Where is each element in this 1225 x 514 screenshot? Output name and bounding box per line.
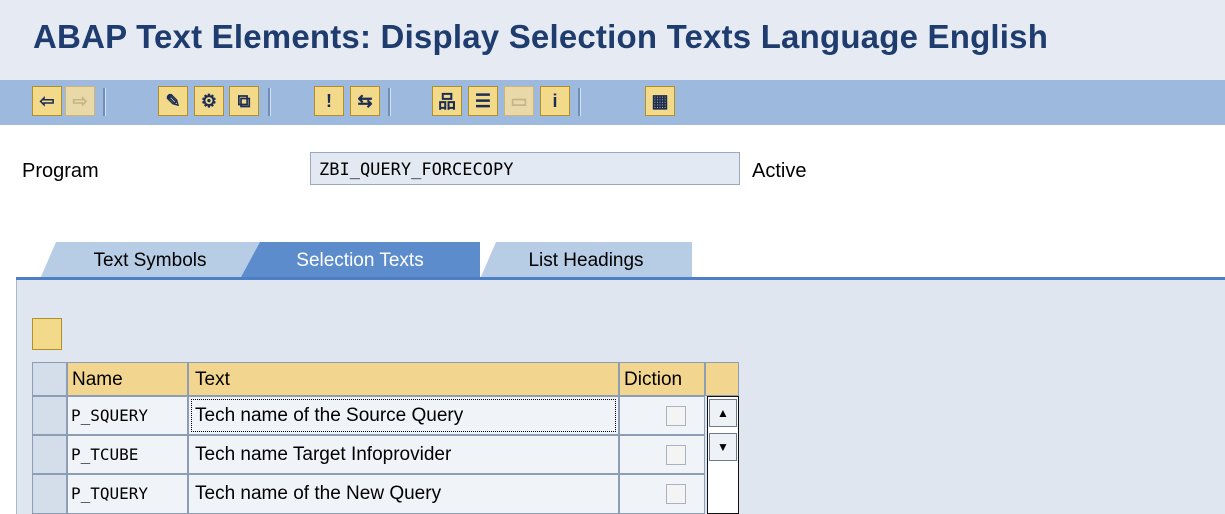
tab-list-headings[interactable]: List Headings — [480, 242, 692, 279]
back-arrow-icon[interactable]: ⇦ — [32, 86, 62, 116]
toolbar-separator — [388, 88, 391, 116]
layout-icon[interactable]: ▦ — [645, 86, 675, 116]
diction-checkbox[interactable] — [666, 445, 686, 465]
active-inactive-icon[interactable]: ⚙ — [194, 86, 224, 116]
list-icon[interactable]: ☰ — [468, 86, 498, 116]
diction-checkbox[interactable] — [666, 484, 686, 504]
other-object-icon[interactable]: ⧉ — [229, 86, 259, 116]
diction-cell — [619, 435, 705, 474]
display-change-icon[interactable]: ✎ — [158, 86, 188, 116]
vertical-scrollbar[interactable]: ▲ ▼ — [707, 396, 739, 514]
select-all-cell[interactable] — [32, 362, 67, 396]
row-selector[interactable] — [32, 474, 67, 514]
detail-icon[interactable]: ▭ — [504, 86, 534, 116]
column-header-text[interactable]: Text — [188, 362, 619, 396]
diction-cell — [619, 396, 705, 435]
table-row-text[interactable]: Tech name of the Source Query — [188, 396, 619, 435]
column-header-diction[interactable]: Diction — [619, 362, 705, 396]
forward-arrow-icon[interactable]: ⇨ — [65, 86, 95, 116]
scroll-up-icon[interactable]: ▲ — [709, 399, 737, 427]
column-header-name[interactable]: Name — [67, 362, 188, 396]
tab-selection-texts[interactable]: Selection Texts — [240, 242, 480, 279]
application-toolbar: ⇦ ⇨ ✎ ⚙ ⧉ ! ⇆ 品 ☰ ▭ i ▦ — [0, 80, 1225, 125]
toolbar-separator — [578, 88, 581, 116]
column-config-icon[interactable] — [705, 362, 739, 396]
program-label: Program — [22, 160, 99, 182]
program-field[interactable]: ZBI_QUERY_FORCECOPY — [310, 152, 740, 185]
table-row-text[interactable]: Tech name Target Infoprovider — [188, 435, 619, 474]
row-selector[interactable] — [32, 396, 67, 435]
hierarchy-icon[interactable]: 品 — [432, 86, 462, 116]
where-used-icon[interactable]: ! — [314, 86, 344, 116]
table-row-name: P_SQUERY — [67, 396, 188, 435]
status-text: Active — [752, 160, 807, 182]
row-selector[interactable] — [32, 435, 67, 474]
page-title: ABAP Text Elements: Display Selection Te… — [33, 18, 1049, 55]
table-row-text[interactable]: Tech name of the New Query — [188, 474, 619, 514]
diction-checkbox[interactable] — [666, 406, 686, 426]
table-row-name: P_TQUERY — [67, 474, 188, 514]
toolbar-separator — [103, 88, 106, 116]
info-icon[interactable]: i — [540, 86, 570, 116]
table-row-name: P_TCUBE — [67, 435, 188, 474]
scroll-down-icon[interactable]: ▼ — [709, 433, 737, 461]
tab-text-symbols[interactable]: Text Symbols — [40, 242, 260, 279]
table-settings-icon[interactable] — [32, 318, 62, 350]
navigate-icon[interactable]: ⇆ — [350, 86, 380, 116]
diction-cell — [619, 474, 705, 514]
toolbar-separator — [268, 88, 271, 116]
title-bar: ABAP Text Elements: Display Selection Te… — [0, 0, 1225, 80]
